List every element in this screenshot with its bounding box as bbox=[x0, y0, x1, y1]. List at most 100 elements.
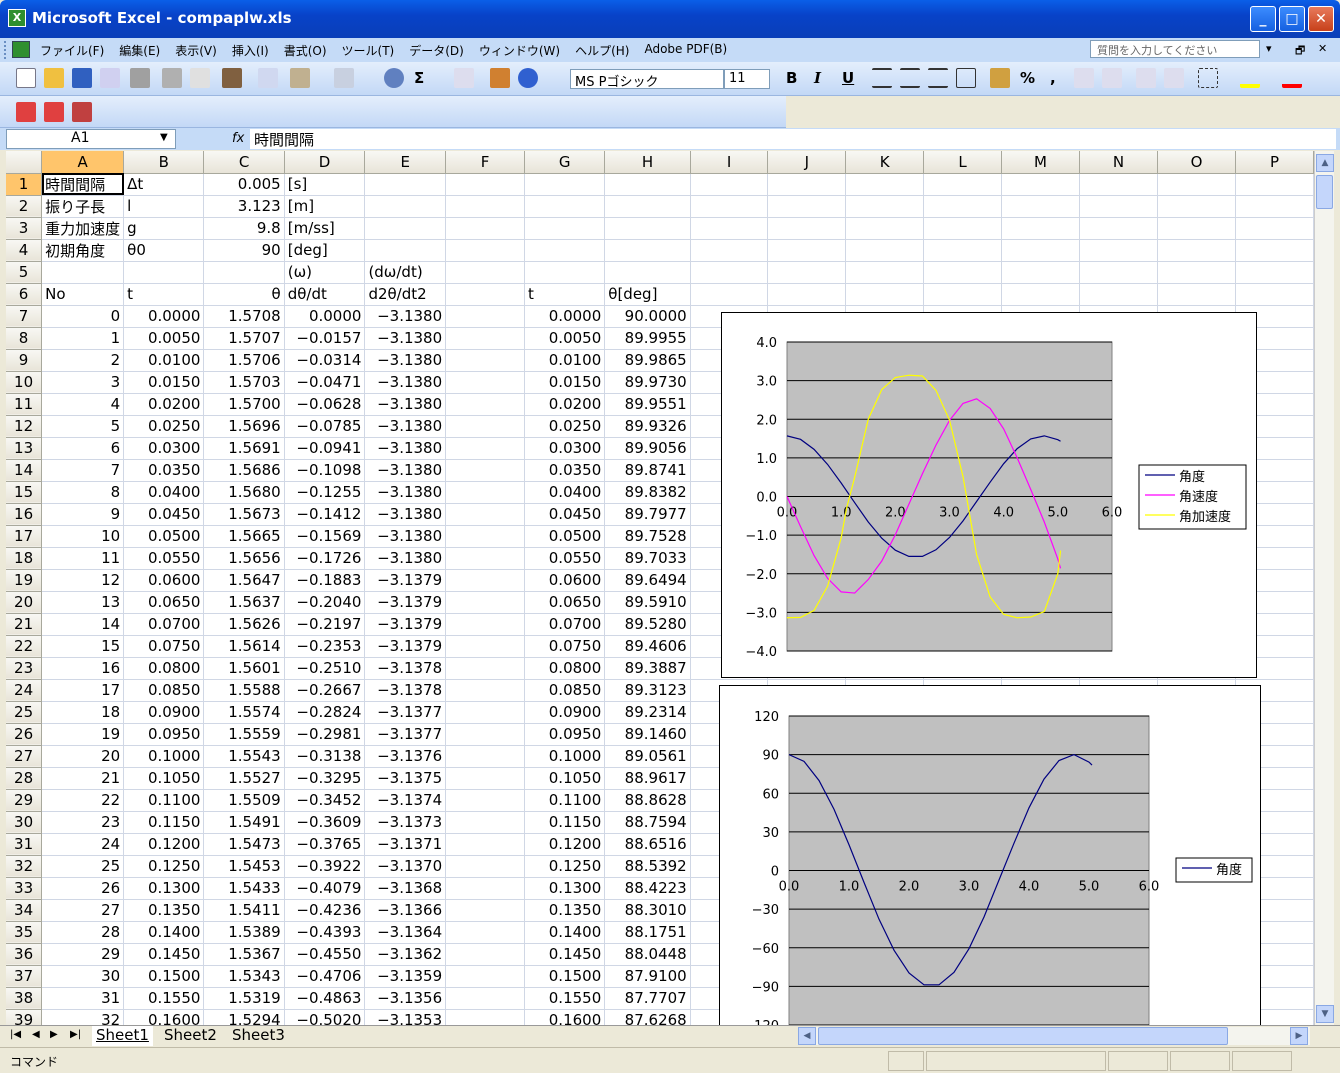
column-header[interactable]: B bbox=[123, 151, 205, 174]
cell[interactable]: −0.2040 bbox=[284, 591, 366, 614]
cell[interactable]: 0.1400 bbox=[524, 921, 606, 944]
restore-workbook-icon[interactable]: 🗗 bbox=[1295, 42, 1305, 61]
next-sheet-icon[interactable]: ▶ bbox=[50, 1029, 58, 1040]
minimize-button[interactable]: _ bbox=[1250, 6, 1276, 32]
row-header[interactable]: 21 bbox=[6, 613, 43, 636]
column-header[interactable]: I bbox=[690, 151, 769, 174]
cell[interactable]: 89.7977 bbox=[604, 503, 691, 526]
cell[interactable] bbox=[1235, 217, 1314, 240]
cell[interactable]: 87.7707 bbox=[604, 987, 691, 1010]
cell[interactable]: 2 bbox=[41, 349, 125, 372]
cell[interactable]: −0.3609 bbox=[284, 811, 366, 834]
row-header[interactable]: 5 bbox=[6, 261, 43, 284]
cell[interactable] bbox=[1235, 261, 1314, 284]
cell[interactable]: 0.0150 bbox=[524, 371, 606, 394]
cell[interactable]: 0.0550 bbox=[524, 547, 606, 570]
cell[interactable]: −3.1378 bbox=[364, 657, 447, 680]
cell[interactable]: 0.0600 bbox=[123, 569, 205, 592]
row-header[interactable]: 25 bbox=[6, 701, 43, 724]
menu-item[interactable]: 編集(E) bbox=[119, 42, 160, 59]
cell[interactable] bbox=[604, 217, 691, 240]
cell[interactable]: 0.0150 bbox=[123, 371, 205, 394]
cell[interactable] bbox=[445, 305, 525, 328]
menu-item[interactable]: ツール(T) bbox=[342, 42, 395, 59]
cell[interactable]: −3.1371 bbox=[364, 833, 447, 856]
cell[interactable]: −3.1379 bbox=[364, 635, 447, 658]
cell[interactable] bbox=[445, 789, 525, 812]
cell[interactable]: 0.1250 bbox=[123, 855, 205, 878]
row-header[interactable]: 38 bbox=[6, 987, 43, 1010]
cell[interactable]: 23 bbox=[41, 811, 125, 834]
cell[interactable]: 1.5647 bbox=[203, 569, 285, 592]
cell[interactable] bbox=[604, 195, 691, 218]
cell[interactable]: 0.1350 bbox=[123, 899, 205, 922]
permission-icon[interactable] bbox=[100, 68, 120, 88]
menu-item[interactable]: 挿入(I) bbox=[232, 42, 269, 59]
chart-angle-velocity-acceleration[interactable]: 4.0 3.0 2.0 1.0 0.0 −1.0 −2.0 −3.0 −4.0 0.0 1.0 2.0… bbox=[721, 312, 1257, 678]
cell[interactable] bbox=[1001, 173, 1081, 196]
row-header[interactable]: 23 bbox=[6, 657, 43, 680]
cell[interactable]: (dω/dt) bbox=[364, 261, 447, 284]
chart-wizard-icon[interactable] bbox=[490, 68, 510, 88]
row-header[interactable]: 39 bbox=[6, 1009, 43, 1025]
cell[interactable]: 0.0600 bbox=[524, 569, 606, 592]
cell[interactable] bbox=[445, 701, 525, 724]
paste-icon[interactable] bbox=[290, 68, 310, 88]
cell[interactable]: 1.5411 bbox=[203, 899, 285, 922]
cell[interactable]: 88.5392 bbox=[604, 855, 691, 878]
cell[interactable]: d2θ/dt2 bbox=[364, 283, 447, 306]
cell[interactable] bbox=[445, 987, 525, 1010]
cell[interactable]: −0.2510 bbox=[284, 657, 366, 680]
cell[interactable]: −3.1370 bbox=[364, 855, 447, 878]
row-header[interactable]: 8 bbox=[6, 327, 43, 350]
column-header[interactable]: H bbox=[604, 151, 691, 174]
convert-and-email-pdf-icon[interactable] bbox=[44, 102, 64, 122]
cell[interactable]: 87.6268 bbox=[604, 1009, 691, 1025]
cell[interactable]: 0.1150 bbox=[524, 811, 606, 834]
cell[interactable]: 0.1600 bbox=[123, 1009, 205, 1025]
cell[interactable]: −0.4079 bbox=[284, 877, 366, 900]
cell[interactable]: 0.0200 bbox=[524, 393, 606, 416]
cell[interactable]: −0.1569 bbox=[284, 525, 366, 548]
merge-center-icon[interactable] bbox=[956, 68, 976, 88]
help-search-input[interactable]: 質問を入力してください bbox=[1090, 40, 1260, 58]
cell[interactable]: −0.0785 bbox=[284, 415, 366, 438]
row-header[interactable]: 17 bbox=[6, 525, 43, 548]
cell[interactable]: 88.1751 bbox=[604, 921, 691, 944]
column-header[interactable]: G bbox=[524, 151, 606, 174]
undo-icon[interactable] bbox=[334, 68, 354, 88]
cell[interactable]: −3.1359 bbox=[364, 965, 447, 988]
cell[interactable]: −0.3765 bbox=[284, 833, 366, 856]
cell[interactable]: −0.4706 bbox=[284, 965, 366, 988]
cell[interactable] bbox=[364, 195, 447, 218]
cell[interactable]: 0.0550 bbox=[123, 547, 205, 570]
horizontal-scroll-thumb[interactable] bbox=[818, 1027, 1228, 1045]
cell[interactable]: −3.1368 bbox=[364, 877, 447, 900]
insert-function-icon[interactable]: fx bbox=[232, 131, 244, 146]
cell[interactable]: 0.0400 bbox=[123, 481, 205, 504]
cell[interactable] bbox=[1001, 283, 1081, 306]
copy-icon[interactable] bbox=[258, 68, 278, 88]
cell[interactable]: −0.3138 bbox=[284, 745, 366, 768]
row-header[interactable]: 24 bbox=[6, 679, 43, 702]
cell[interactable]: 89.5280 bbox=[604, 613, 691, 636]
cell[interactable]: 4 bbox=[41, 393, 125, 416]
cell[interactable] bbox=[1001, 239, 1081, 262]
cell[interactable]: 89.7033 bbox=[604, 547, 691, 570]
row-header[interactable]: 9 bbox=[6, 349, 43, 372]
cell[interactable] bbox=[445, 283, 525, 306]
cell[interactable] bbox=[445, 503, 525, 526]
new-icon[interactable] bbox=[16, 68, 36, 88]
cell[interactable] bbox=[445, 393, 525, 416]
cell[interactable]: −3.1356 bbox=[364, 987, 447, 1010]
horizontal-scrollbar[interactable]: ◀ ▶ bbox=[798, 1027, 1310, 1045]
cell[interactable] bbox=[364, 239, 447, 262]
sheet-tab-1[interactable]: Sheet1 bbox=[92, 1026, 153, 1046]
cell[interactable]: 1.5691 bbox=[203, 437, 285, 460]
cell[interactable]: −0.0157 bbox=[284, 327, 366, 350]
row-header[interactable]: 31 bbox=[6, 833, 43, 856]
row-header[interactable]: 12 bbox=[6, 415, 43, 438]
print-icon[interactable] bbox=[162, 68, 182, 88]
cell[interactable]: 0.0000 bbox=[524, 305, 606, 328]
column-header[interactable]: A bbox=[41, 151, 125, 174]
